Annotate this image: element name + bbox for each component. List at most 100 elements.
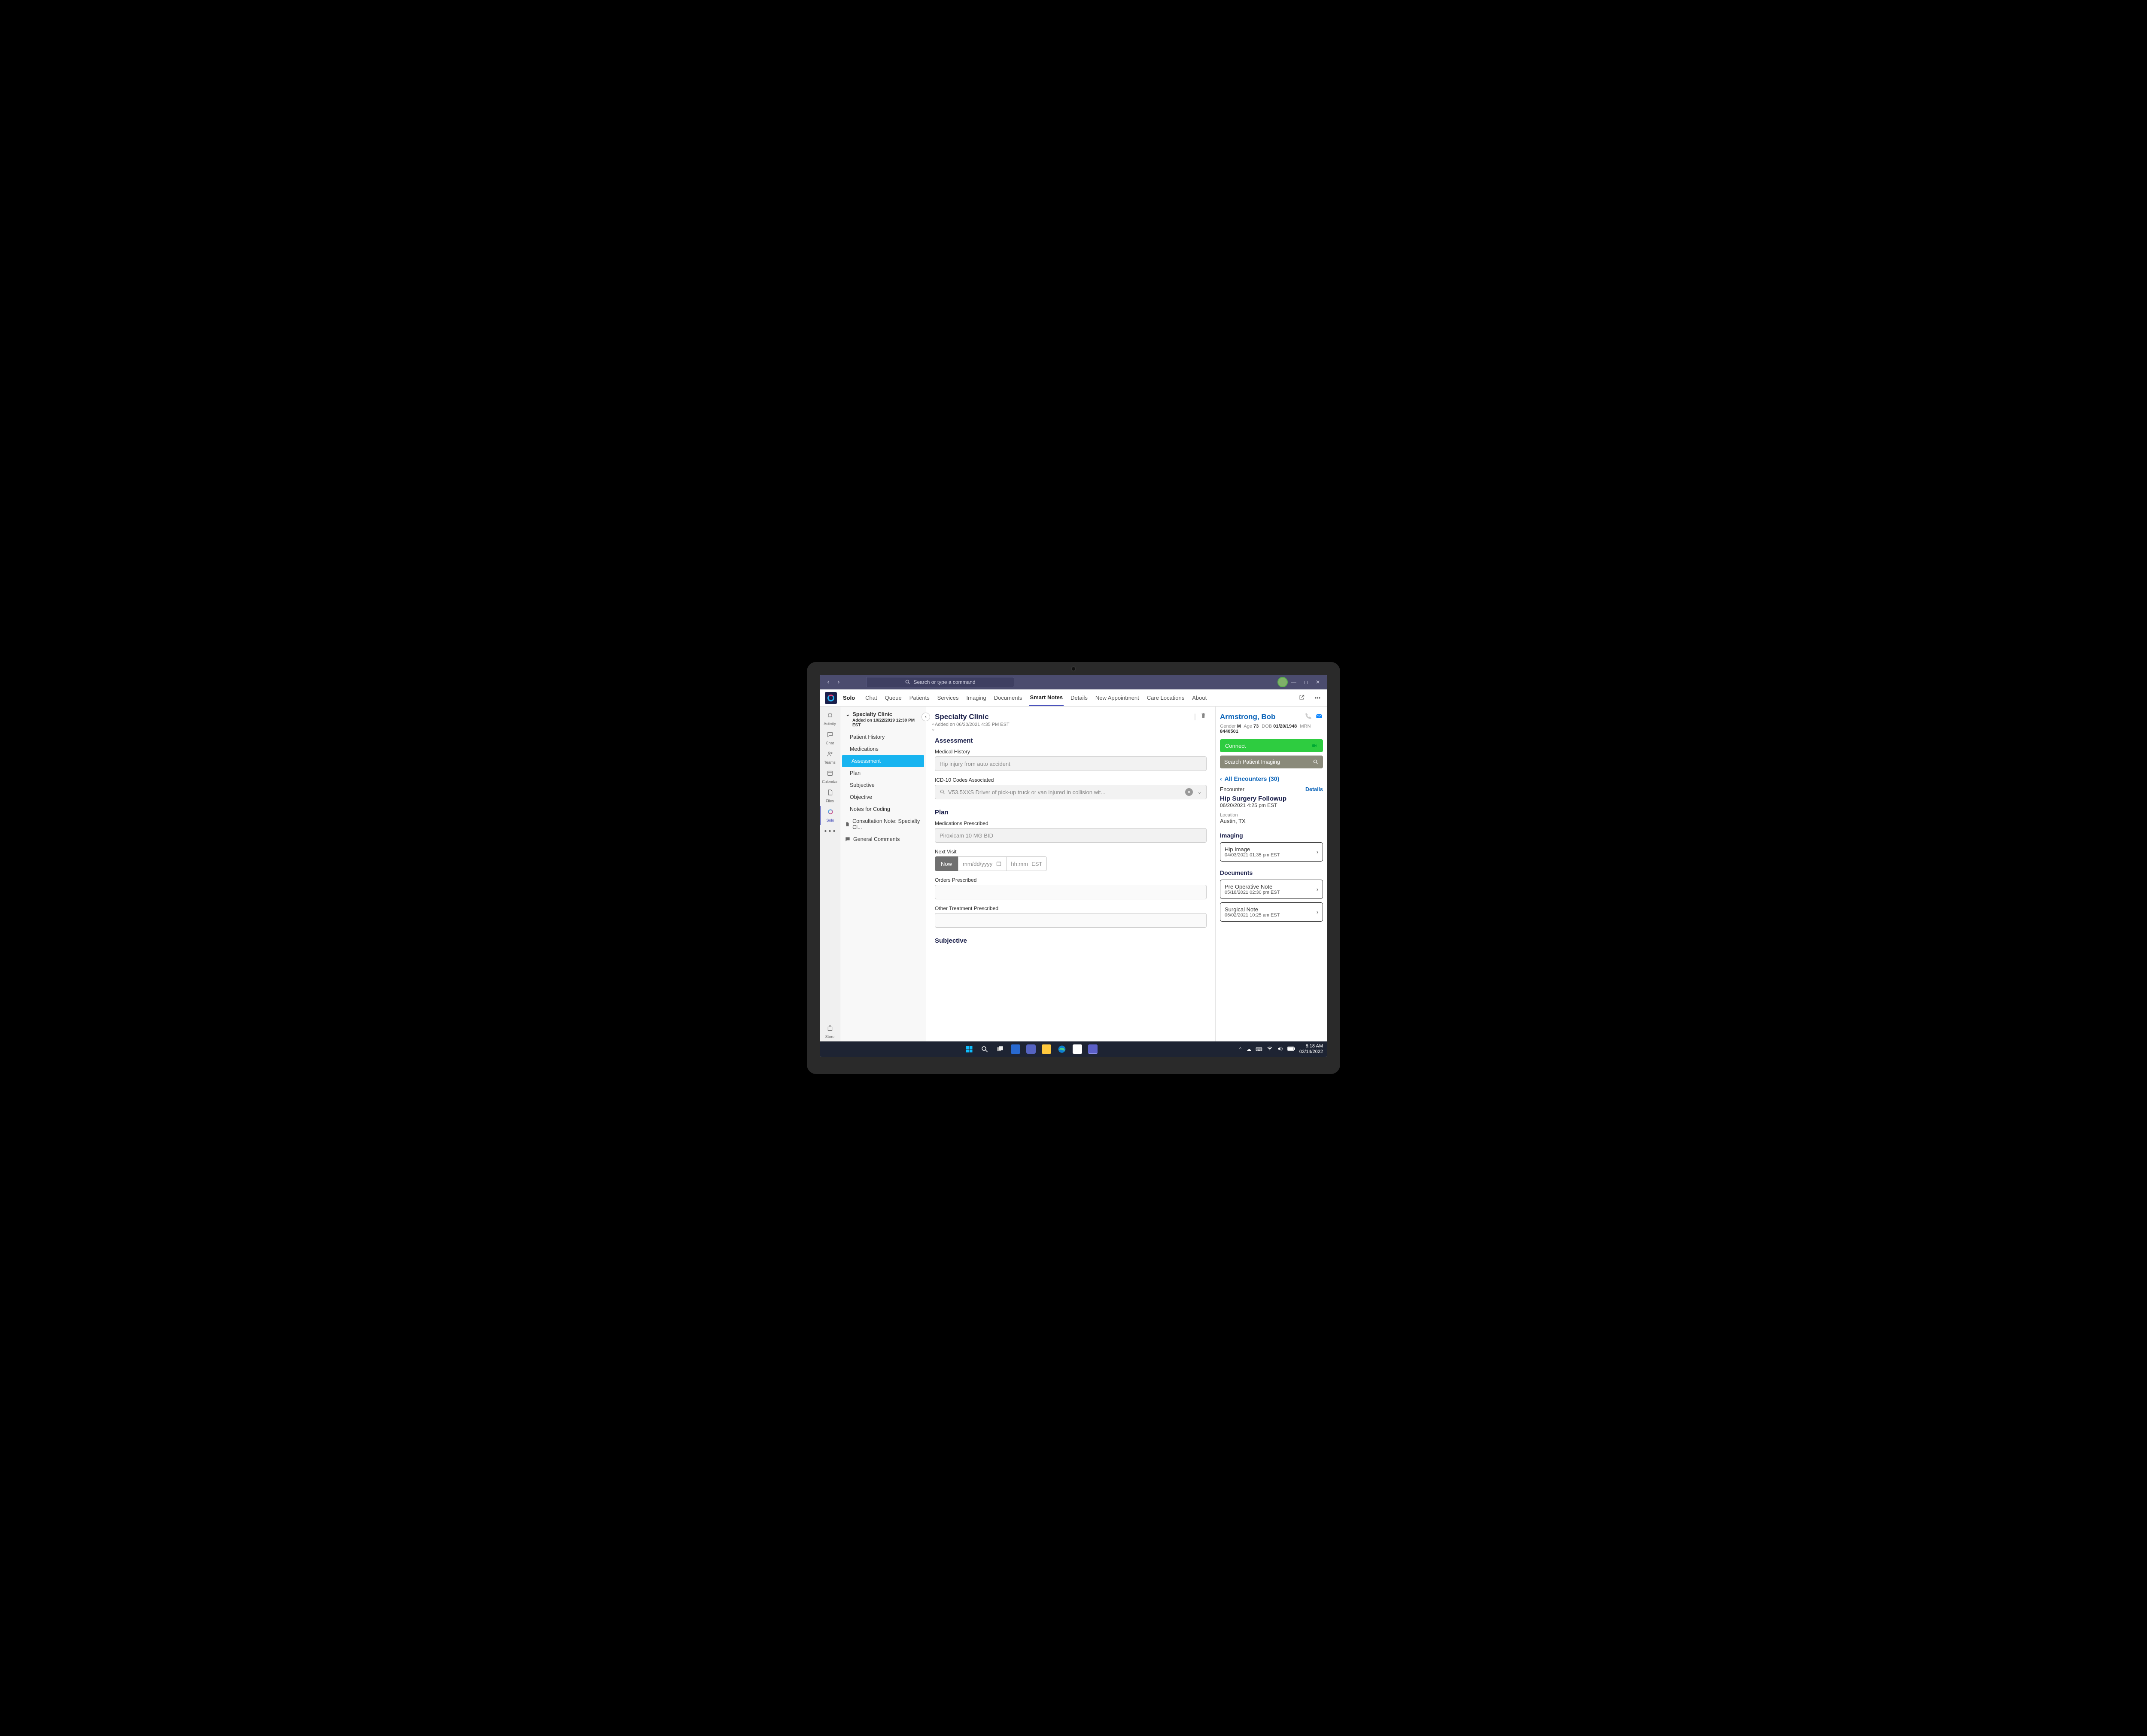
tab-smartnotes[interactable]: Smart Notes xyxy=(1029,690,1064,706)
chat-icon xyxy=(827,731,833,740)
encounter-details-link[interactable]: Details xyxy=(1305,786,1323,792)
popout-icon[interactable] xyxy=(1297,694,1307,702)
window-minimize-button[interactable]: ― xyxy=(1288,679,1300,685)
tab-patients[interactable]: Patients xyxy=(909,690,931,705)
section-assessment: Assessment xyxy=(926,732,1215,747)
sidebar-item-patient-history[interactable]: Patient History xyxy=(840,731,926,743)
rail-chat[interactable]: Chat xyxy=(820,728,840,748)
taskbar-app-1[interactable] xyxy=(1011,1044,1020,1054)
app-name: Solo xyxy=(843,695,855,701)
chevron-down-icon[interactable]: ⌄ xyxy=(1197,789,1202,795)
notes-sidebar: ‹ ⌄ Specialty Clinic Added on 10/22/2019… xyxy=(840,707,926,1041)
clear-icd-button[interactable]: ✕ xyxy=(1185,788,1193,796)
encounter-label: Encounter xyxy=(1220,786,1244,792)
rail-activity[interactable]: Activity xyxy=(820,709,840,728)
location-label: Location xyxy=(1220,813,1323,818)
tray-battery-icon[interactable] xyxy=(1287,1046,1295,1053)
tray-cloud-icon[interactable]: ☁ xyxy=(1247,1047,1251,1052)
rail-teams[interactable]: Teams xyxy=(820,748,840,767)
note-content: ⌃⌄ Specialty Clinic Added on 06/20/2021 … xyxy=(926,707,1216,1041)
bell-icon xyxy=(827,712,833,721)
sidebar-item-objective[interactable]: Objective xyxy=(840,791,926,803)
rail-files[interactable]: Files xyxy=(820,786,840,806)
location-value: Austin, TX xyxy=(1220,818,1323,824)
user-avatar[interactable] xyxy=(1277,677,1288,687)
nav-forward-icon[interactable]: › xyxy=(833,678,844,686)
window-titlebar: ‹ › Search or type a command ― ◻ ✕ xyxy=(820,675,1327,689)
rail-solo[interactable]: Solo xyxy=(820,806,840,825)
more-icon[interactable]: ••• xyxy=(1313,695,1322,701)
tray-wifi-icon[interactable] xyxy=(1267,1046,1273,1053)
sidebar-item-subjective[interactable]: Subjective xyxy=(840,779,926,791)
tab-details[interactable]: Details xyxy=(1070,690,1089,705)
rail-calendar[interactable]: Calendar xyxy=(820,767,840,786)
sidebar-note-header[interactable]: ⌄ Specialty Clinic xyxy=(840,707,926,718)
document-card[interactable]: Surgical Note06/02/2021 10:25 am EST › xyxy=(1220,902,1323,922)
sidebar-item-consultation-note[interactable]: Consultation Note: Specialty Cl... xyxy=(840,815,926,833)
tab-documents[interactable]: Documents xyxy=(993,690,1023,705)
taskbar-app-2[interactable] xyxy=(1026,1044,1036,1054)
search-icon xyxy=(905,679,911,685)
input-medical-history[interactable]: Hip injury from auto accident xyxy=(935,756,1207,771)
label-icd10: ICD-10 Codes Associated xyxy=(935,777,1207,783)
calendar-icon xyxy=(996,861,1002,867)
label-next-visit: Next Visit xyxy=(935,849,1207,855)
search-icon xyxy=(940,789,946,795)
taskbar-edge-icon[interactable] xyxy=(1057,1044,1067,1054)
taskbar-teams-icon[interactable] xyxy=(1088,1044,1098,1054)
taskbar-clock[interactable]: 8:18 AM 03/14/2022 xyxy=(1299,1044,1323,1054)
chevron-left-icon: ‹ xyxy=(1220,775,1222,782)
delete-note-button[interactable] xyxy=(1200,713,1207,721)
taskbar-search-icon[interactable] xyxy=(980,1044,989,1054)
taskbar-store-icon[interactable] xyxy=(1073,1044,1082,1054)
next-visit-time-input[interactable]: hh:mm EST xyxy=(1006,856,1047,871)
rail-more[interactable]: • • • xyxy=(820,825,840,838)
document-card[interactable]: Pre Operative Note05/18/2021 02:30 pm ES… xyxy=(1220,880,1323,899)
rail-store[interactable]: Store xyxy=(820,1022,840,1041)
app-tab-bar: Solo Chat Queue Patients Services Imagin… xyxy=(820,689,1327,707)
tab-services[interactable]: Services xyxy=(937,690,960,705)
teams-rail: Activity Chat Teams Calendar Files Solo … xyxy=(820,707,840,1041)
taskbar-explorer-icon[interactable] xyxy=(1042,1044,1051,1054)
input-orders-prescribed[interactable] xyxy=(935,885,1207,899)
tab-chat[interactable]: Chat xyxy=(864,690,878,705)
mail-icon[interactable] xyxy=(1315,713,1323,721)
search-placeholder: Search or type a command xyxy=(913,679,975,685)
nav-back-icon[interactable]: ‹ xyxy=(823,678,833,686)
input-meds-prescribed[interactable]: Piroxicam 10 MG BID xyxy=(935,828,1207,843)
task-view-icon[interactable] xyxy=(995,1044,1005,1054)
calendar-icon xyxy=(827,770,833,779)
sidebar-item-notes-coding[interactable]: Notes for Coding xyxy=(840,803,926,815)
tray-volume-icon[interactable] xyxy=(1277,1046,1283,1053)
encounter-date: 06/20/2021 4:25 pm EST xyxy=(1220,802,1323,808)
tab-imaging[interactable]: Imaging xyxy=(966,690,987,705)
app-logo-icon xyxy=(825,692,837,704)
sidebar-item-general-comments[interactable]: General Comments xyxy=(840,833,926,845)
imaging-card[interactable]: Hip Image04/03/2021 01:35 pm EST › xyxy=(1220,842,1323,862)
search-patient-imaging-input[interactable]: Search Patient Imaging xyxy=(1220,756,1323,768)
connect-button[interactable]: Connect xyxy=(1220,739,1323,752)
window-close-button[interactable]: ✕ xyxy=(1312,679,1324,685)
sidebar-item-plan[interactable]: Plan xyxy=(840,767,926,779)
tab-queue[interactable]: Queue xyxy=(884,690,903,705)
tab-newappointment[interactable]: New Appointment xyxy=(1095,690,1140,705)
tray-keyboard-icon[interactable]: ⌨ xyxy=(1256,1047,1262,1052)
sidebar-item-assessment[interactable]: Assessment xyxy=(842,755,924,767)
window-maximize-button[interactable]: ◻ xyxy=(1300,679,1312,685)
chevron-right-icon: › xyxy=(1317,909,1318,915)
next-visit-now-button[interactable]: Now xyxy=(935,856,958,871)
global-search-input[interactable]: Search or type a command xyxy=(866,677,1014,687)
input-icd10[interactable]: V53.5XXS Driver of pick-up truck or van … xyxy=(935,785,1207,799)
start-button[interactable] xyxy=(964,1044,974,1054)
tab-carelocations[interactable]: Care Locations xyxy=(1146,690,1185,705)
next-visit-date-input[interactable]: mm/dd/yyyy xyxy=(958,856,1006,871)
tab-about[interactable]: About xyxy=(1191,690,1207,705)
sidebar-item-medications[interactable]: Medications xyxy=(840,743,926,755)
input-other-treatment[interactable] xyxy=(935,913,1207,928)
reorder-handle-icon[interactable]: ⌃⌄ xyxy=(929,724,937,732)
all-encounters-link[interactable]: ‹ All Encounters (30) xyxy=(1220,775,1323,782)
imaging-heading: Imaging xyxy=(1220,832,1323,839)
tray-chevron-icon[interactable]: ⌃ xyxy=(1238,1047,1242,1052)
chevron-down-icon: ⌄ xyxy=(845,711,850,717)
phone-icon[interactable] xyxy=(1305,713,1312,721)
